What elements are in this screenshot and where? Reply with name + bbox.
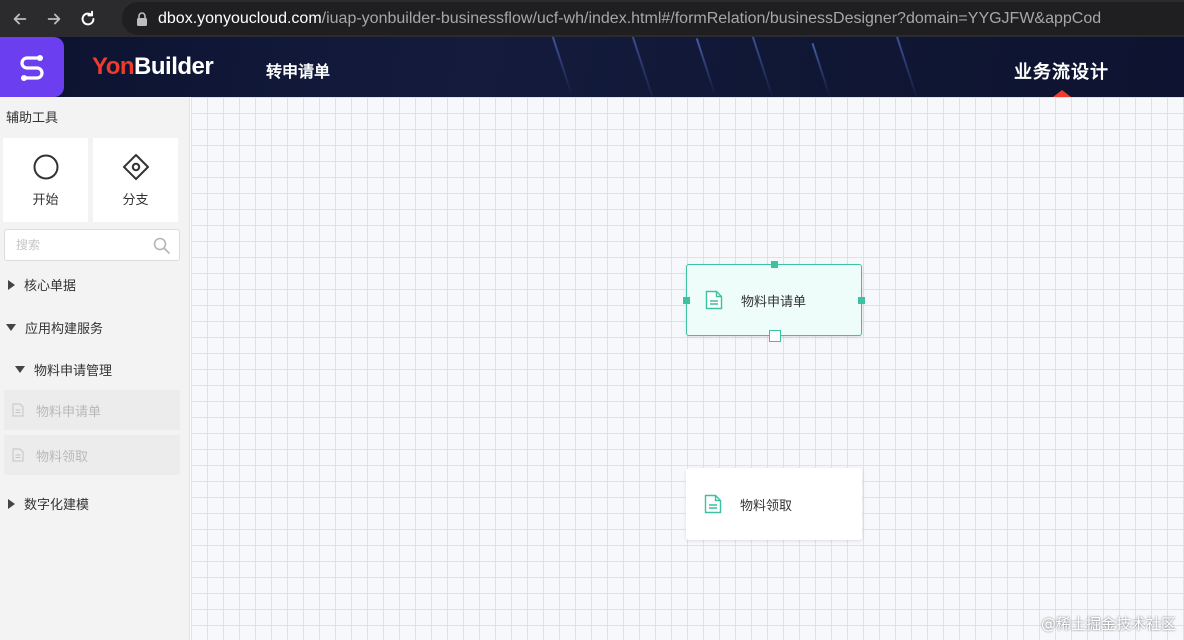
active-tab-indicator [1053, 90, 1071, 97]
s-logo-icon [20, 55, 44, 81]
caret-down-icon [15, 366, 25, 373]
tree-node-core-docs[interactable]: 核心单据 [8, 275, 76, 294]
tree-node-material-mgmt[interactable]: 物料申请管理 [15, 360, 112, 379]
resize-handle-top[interactable] [771, 261, 778, 268]
forward-button[interactable] [40, 5, 68, 33]
caret-down-icon [6, 324, 16, 331]
flow-node-label: 物料申请单 [741, 294, 807, 310]
caret-right-icon [8, 279, 15, 290]
tool-start-label: 开始 [32, 192, 59, 208]
browser-toolbar: dbox.yonyoucloud.com/iuap-yonbuilder-bus… [0, 0, 1184, 37]
search-input[interactable] [16, 238, 146, 252]
arrow-left-icon [13, 13, 27, 24]
tree-leaf-material-request[interactable]: 物料申请单 [4, 390, 180, 430]
tree-node-label: 物料申请管理 [34, 364, 113, 379]
address-bar[interactable]: dbox.yonyoucloud.com/iuap-yonbuilder-bus… [122, 2, 1184, 35]
caret-right-icon [8, 498, 15, 509]
yonbuilder-logo: YonBuilder [92, 53, 214, 80]
tree-leaf-label: 物料领取 [36, 449, 89, 465]
reload-button[interactable] [74, 5, 102, 33]
sidebar-title: 辅助工具 [6, 111, 59, 126]
search-icon[interactable] [153, 237, 170, 254]
tree-node-app-services[interactable]: 应用构建服务 [6, 318, 103, 337]
tool-sidebar: 辅助工具 开始 分支 核心单据 应用构建服务 物料申请管理 物料申请单 物料领取… [0, 97, 190, 640]
document-icon [12, 448, 24, 462]
resize-handle-left[interactable] [683, 297, 690, 304]
tree-node-label: 应用构建服务 [25, 322, 104, 337]
tool-branch[interactable]: 分支 [93, 138, 178, 222]
document-icon [705, 290, 723, 310]
reload-icon [81, 10, 95, 25]
resize-handle-right[interactable] [858, 297, 865, 304]
back-button[interactable] [6, 5, 34, 33]
diamond-icon [122, 153, 149, 180]
document-icon [12, 403, 24, 417]
search-box [4, 229, 180, 261]
url-path: /iuap-yonbuilder-businessflow/ucf-wh/ind… [321, 9, 1102, 27]
app-header: YonBuilder 转申请单 业务流设计 [0, 37, 1184, 97]
tree-node-label: 数字化建模 [24, 498, 90, 513]
tree-node-label: 核心单据 [24, 279, 77, 294]
lock-icon [137, 11, 147, 26]
tree-node-digital-modeling[interactable]: 数字化建模 [8, 494, 89, 513]
document-icon [704, 494, 722, 514]
arrow-right-icon [47, 13, 61, 24]
tree-leaf-label: 物料申请单 [36, 404, 102, 420]
connection-anchor[interactable] [769, 330, 781, 342]
flow-node-material-request[interactable]: 物料申请单 [683, 261, 865, 342]
flow-node-material-pickup[interactable]: 物料领取 [686, 468, 862, 540]
flow-node-label: 物料领取 [740, 498, 793, 514]
tool-branch-label: 分支 [122, 192, 149, 208]
app-logo[interactable] [0, 37, 64, 97]
watermark: @稀土掘金技术社区 [1040, 615, 1176, 633]
page-title: 转申请单 [266, 62, 331, 81]
tool-start[interactable]: 开始 [3, 138, 88, 222]
tab-business-flow-design[interactable]: 业务流设计 [1014, 58, 1109, 84]
design-canvas[interactable]: 物料申请单 物料领取 @稀土掘金技术社区 [191, 97, 1184, 640]
tree-leaf-material-pickup[interactable]: 物料领取 [4, 435, 180, 475]
circle-icon [33, 154, 58, 179]
url-host: dbox.yonyoucloud.com [158, 9, 322, 27]
